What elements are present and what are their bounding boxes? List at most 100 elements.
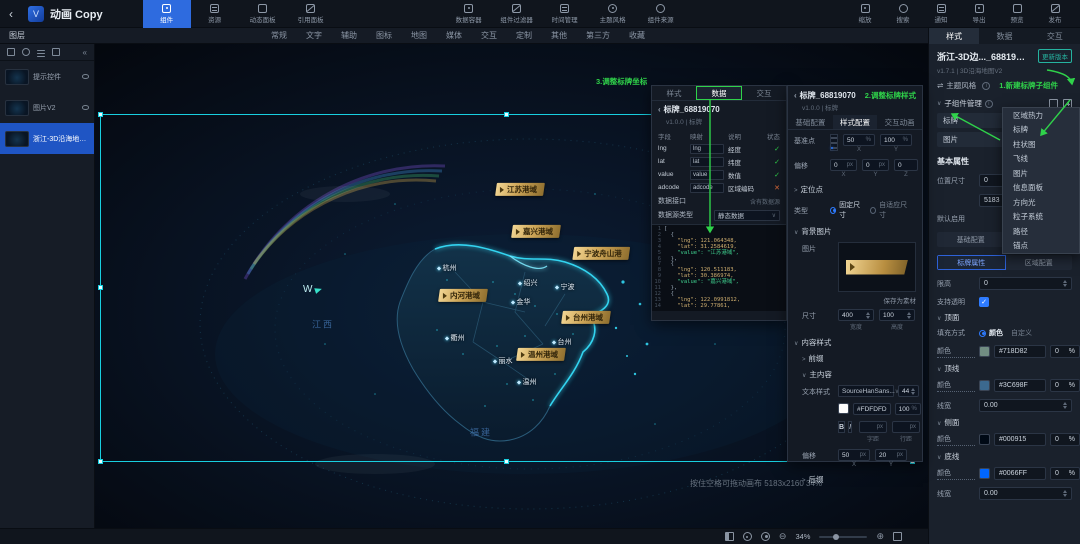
offset-x-input[interactable]: 0px bbox=[830, 159, 857, 171]
category-tab[interactable]: 收藏 bbox=[629, 30, 645, 41]
nav-dynamic-panel[interactable]: 动态面板 bbox=[239, 0, 287, 28]
mapping-input[interactable]: lng bbox=[690, 144, 724, 154]
fit-canvas-icon[interactable] bbox=[893, 532, 902, 541]
category-tab[interactable]: 辅助 bbox=[341, 30, 357, 41]
anchor-y-input[interactable]: 100% bbox=[880, 134, 912, 146]
tab-style[interactable]: 样式 bbox=[652, 86, 696, 100]
tab-style[interactable]: 样式 bbox=[929, 28, 979, 44]
radio-fill-custom[interactable]: 自定义 bbox=[1011, 328, 1032, 338]
menu-item-image[interactable]: 图片 bbox=[1003, 166, 1079, 181]
offset-z-input[interactable]: 0 bbox=[894, 159, 918, 171]
color-hex-input[interactable]: #000915 bbox=[994, 433, 1046, 446]
color-swatch[interactable] bbox=[979, 380, 990, 391]
tab-style-config[interactable]: 样式配置 bbox=[833, 115, 878, 129]
menu-item-label[interactable]: 标牌 bbox=[1003, 123, 1079, 138]
section-prefix[interactable]: >前缀 bbox=[802, 353, 916, 364]
mapping-input[interactable]: lat bbox=[690, 157, 724, 167]
save-as-asset-link[interactable]: 保存为素材 bbox=[794, 295, 916, 305]
back-icon[interactable]: ‹ bbox=[0, 7, 22, 21]
tab-interaction[interactable]: 交互 bbox=[742, 86, 786, 100]
color-swatch[interactable] bbox=[979, 346, 990, 357]
font-color-hex-input[interactable]: #FDFDFD bbox=[853, 403, 891, 415]
resize-handle[interactable] bbox=[504, 459, 509, 464]
mapping-input[interactable]: adcode bbox=[690, 183, 724, 193]
italic-button[interactable]: I bbox=[848, 421, 852, 433]
eye-icon[interactable] bbox=[82, 105, 89, 110]
section-background-image[interactable]: ∨背景图片 bbox=[794, 226, 916, 237]
menu-item-region-heat[interactable]: 区域热力 bbox=[1003, 108, 1079, 123]
tab-data[interactable]: 数据 bbox=[979, 28, 1029, 44]
section-top-line[interactable]: ∨顶线 bbox=[937, 363, 1072, 374]
color-swatch[interactable] bbox=[979, 468, 990, 479]
mapping-input[interactable]: value bbox=[690, 170, 724, 180]
tab-interaction-anim[interactable]: 交互动画 bbox=[877, 115, 922, 129]
tab-interaction[interactable]: 交互 bbox=[1030, 28, 1080, 44]
radio-auto-size[interactable]: 自适应尺寸 bbox=[870, 200, 908, 220]
section-suffix[interactable]: >后缀 bbox=[802, 474, 916, 485]
line-width-input[interactable]: 0.00 bbox=[979, 487, 1072, 500]
category-tab[interactable]: 定制 bbox=[516, 30, 532, 41]
height-limit-input[interactable]: 0 bbox=[979, 277, 1072, 290]
resize-handle[interactable] bbox=[98, 285, 103, 290]
layout-toggle-icon[interactable] bbox=[725, 532, 734, 541]
text-offset-x-input[interactable]: 50px bbox=[838, 449, 870, 461]
bold-button[interactable]: B bbox=[838, 421, 845, 433]
back-icon[interactable]: ‹ bbox=[794, 91, 797, 100]
category-tab[interactable]: 其他 bbox=[551, 30, 567, 41]
static-data-code-editor[interactable]: 1[ 2 { 3 "lng": 121.064348, 4 "lat": 31.… bbox=[652, 224, 786, 311]
category-tab[interactable]: 文字 bbox=[306, 30, 322, 41]
tab-label-attrs[interactable]: 标牌属性 bbox=[937, 255, 1006, 270]
section-top-face[interactable]: ∨顶面 bbox=[937, 312, 1072, 323]
section-bottom-line[interactable]: ∨底线 bbox=[937, 451, 1072, 462]
category-tab[interactable]: 图标 bbox=[376, 30, 392, 41]
tool-time-manage[interactable]: 时间管理 bbox=[541, 0, 589, 28]
tab-region-attrs[interactable]: 区域配置 bbox=[1006, 255, 1073, 270]
offset-y-input[interactable]: 0px bbox=[862, 159, 889, 171]
locate-icon[interactable] bbox=[743, 532, 752, 541]
radio-fill-color[interactable]: 颜色 bbox=[979, 328, 1003, 338]
layer-item-zhejiang-3d-map[interactable]: 浙江-3D沿海地图V2 bbox=[0, 123, 94, 154]
line-width-input[interactable]: 0.00 bbox=[979, 399, 1072, 412]
back-icon[interactable]: ‹ bbox=[658, 105, 661, 114]
layer-item-tooltip-control[interactable]: 提示控件 bbox=[0, 61, 94, 92]
nav-reference-panel[interactable]: 引用面板 bbox=[287, 0, 335, 28]
menu-item-anchor[interactable]: 锚点 bbox=[1003, 239, 1079, 254]
anchor-grid-selector[interactable] bbox=[830, 134, 838, 151]
category-tab[interactable]: 第三方 bbox=[586, 30, 610, 41]
resize-handle[interactable] bbox=[504, 112, 509, 117]
font-size-input[interactable]: 44 bbox=[898, 385, 919, 397]
color-hex-input[interactable]: #718D82 bbox=[994, 345, 1046, 358]
image-preview[interactable] bbox=[838, 242, 916, 292]
layer-item-image-v2[interactable]: 图片V2 bbox=[0, 92, 94, 123]
color-alpha-input[interactable]: 0% bbox=[1050, 345, 1080, 358]
kerning-input[interactable]: px bbox=[859, 421, 887, 433]
menu-item-path[interactable]: 路径 bbox=[1003, 224, 1079, 239]
update-version-button[interactable]: 更新版本 bbox=[1038, 49, 1072, 63]
alpha-support-checkbox[interactable]: ✓ bbox=[979, 297, 989, 307]
section-main-content[interactable]: ∨主内容 bbox=[802, 369, 916, 380]
zoom-out-icon[interactable]: ⊖ bbox=[779, 532, 787, 541]
action-preview[interactable]: 预览 bbox=[998, 0, 1036, 28]
eye-icon[interactable] bbox=[82, 74, 89, 79]
menu-item-directional-light[interactable]: 方向光 bbox=[1003, 195, 1079, 210]
anchor-x-input[interactable]: 50% bbox=[843, 134, 875, 146]
tab-data[interactable]: 数据 bbox=[696, 86, 742, 100]
tool-filter[interactable]: 组件过滤器 bbox=[493, 0, 541, 28]
font-color-swatch[interactable] bbox=[838, 403, 849, 414]
menu-item-bar[interactable]: 柱状图 bbox=[1003, 137, 1079, 152]
tool-theme-style[interactable]: 主题风格 bbox=[589, 0, 637, 28]
category-tab[interactable]: 地图 bbox=[411, 30, 427, 41]
menu-item-particle-system[interactable]: 粒子系统 bbox=[1003, 210, 1079, 225]
action-search[interactable]: 搜索 bbox=[884, 0, 922, 28]
radio-fixed-size[interactable]: 固定尺寸 bbox=[830, 200, 862, 220]
color-alpha-input[interactable]: 0% bbox=[1050, 467, 1080, 480]
resize-handle[interactable] bbox=[98, 459, 103, 464]
layer-list-icon[interactable] bbox=[37, 50, 45, 51]
tab-basic-config[interactable]: 基础配置 bbox=[937, 232, 1005, 247]
action-zoom[interactable]: 缩放 bbox=[846, 0, 884, 28]
text-offset-y-input[interactable]: 20px bbox=[875, 449, 907, 461]
color-alpha-input[interactable]: 0% bbox=[1050, 433, 1080, 446]
color-swatch[interactable] bbox=[979, 434, 990, 445]
font-alpha-input[interactable]: 100% bbox=[895, 403, 921, 415]
zoom-in-icon[interactable]: ⊕ bbox=[876, 532, 884, 541]
